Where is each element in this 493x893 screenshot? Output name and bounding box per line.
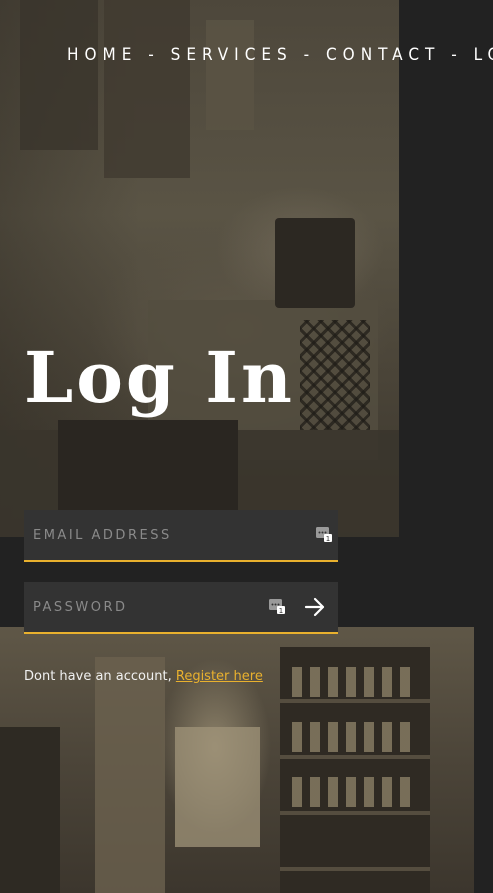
salon-photo-bottom bbox=[0, 627, 474, 893]
email-input[interactable] bbox=[24, 510, 338, 560]
password-input[interactable] bbox=[24, 582, 338, 632]
nav-separator: - bbox=[451, 45, 474, 65]
salon-photo-top bbox=[0, 0, 399, 537]
register-prompt-text: Dont have an account, bbox=[24, 669, 172, 684]
password-manager-icon[interactable]: 1 bbox=[316, 527, 332, 542]
svg-text:1: 1 bbox=[326, 535, 330, 542]
register-link[interactable]: Register here bbox=[176, 669, 263, 684]
nav-separator: - bbox=[303, 45, 326, 65]
arrow-right-icon[interactable] bbox=[304, 596, 326, 618]
nav-link-services[interactable]: SERVICES bbox=[171, 45, 293, 65]
password-manager-icon[interactable]: 1 bbox=[269, 599, 285, 614]
svg-text:1: 1 bbox=[279, 607, 283, 614]
nav-separator: - bbox=[148, 45, 171, 65]
nav-link-contact[interactable]: CONTACT bbox=[326, 45, 440, 65]
main-nav: HOME - SERVICES - CONTACT - LOGIN bbox=[67, 44, 493, 66]
nav-link-login[interactable]: LOGIN bbox=[474, 45, 493, 65]
register-prompt: Dont have an account, Register here bbox=[24, 669, 263, 684]
login-page: HOME - SERVICES - CONTACT - LOGIN Log In… bbox=[0, 0, 493, 893]
nav-link-home[interactable]: HOME bbox=[67, 45, 137, 65]
email-field-container: 1 bbox=[24, 510, 338, 562]
page-title: Log In bbox=[24, 336, 295, 419]
password-field-container: 1 bbox=[24, 582, 338, 634]
